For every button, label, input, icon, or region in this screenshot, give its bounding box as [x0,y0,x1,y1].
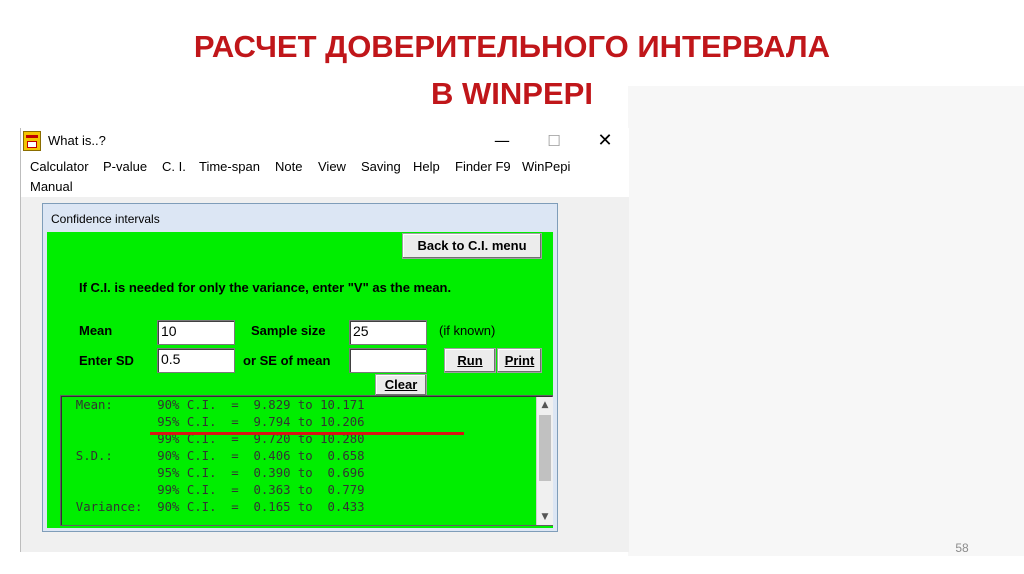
slide-page-number: 58 [955,541,969,555]
back-to-ci-menu-button[interactable]: Back to C.I. menu [402,233,542,259]
scroll-thumb[interactable] [539,415,551,481]
instruction-text: If C.I. is needed for only the variance,… [79,280,452,295]
menu-bar: Calculator P-value C. I. Time-span Note … [21,155,629,197]
sd-input[interactable]: 0.5 [157,348,235,373]
sample-size-label: Sample size [251,323,326,338]
highlight-underline [150,432,464,435]
window-titlebar[interactable]: What is..? — ☐ ✕ [21,128,629,155]
se-of-mean-input[interactable] [349,348,427,373]
maximize-button[interactable]: ☐ [539,130,569,152]
menu-item-finder[interactable]: Finder F9 [455,159,511,174]
confidence-intervals-panel: Confidence intervals Back to C.I. menu I… [42,203,558,532]
menu-item-help[interactable]: Help [413,159,440,174]
panel-title: Confidence intervals [51,212,160,226]
result-line: 95% C.I. = 0.390 to 0.696 [61,466,365,480]
menu-item-time-span[interactable]: Time-span [199,159,260,174]
sd-label: Enter SD [79,353,134,368]
scroll-down-icon[interactable]: ▼ [537,509,553,525]
winpepi-window: What is..? — ☐ ✕ Calculator P-value C. I… [20,128,629,552]
winpepi-app-icon[interactable] [23,131,41,151]
results-output[interactable]: Mean: 90% C.I. = 9.829 to 10.171 95% C.I… [60,395,553,526]
menu-item-note[interactable]: Note [275,159,302,174]
mean-label: Mean [79,323,113,338]
menu-item-p-value[interactable]: P-value [103,159,147,174]
result-line: Mean: 90% C.I. = 9.829 to 10.171 [61,398,365,412]
results-scrollbar[interactable]: ▲ ▼ [536,397,553,525]
scroll-up-icon[interactable]: ▲ [537,397,553,413]
menu-item-view[interactable]: View [318,159,346,174]
menu-item-calculator[interactable]: Calculator [30,159,89,174]
menu-item-saving[interactable]: Saving [361,159,401,174]
print-button[interactable]: Print [497,348,542,373]
result-line: Variance: 90% C.I. = 0.165 to 0.433 [61,500,365,514]
menu-item-winpepi[interactable]: WinPepi [522,159,570,174]
if-known-label: (if known) [439,323,496,338]
minimize-button[interactable]: — [487,130,517,152]
result-line: 95% C.I. = 9.794 to 10.206 [61,415,365,429]
run-button[interactable]: Run [444,348,496,373]
slide-title-line2: В WINPEPI [431,76,593,111]
menu-item-manual[interactable]: Manual [30,179,73,194]
mean-input[interactable]: 10 [157,320,235,345]
slide-background-panel [628,86,1024,556]
se-of-mean-label: or SE of mean [243,353,331,368]
clear-button[interactable]: Clear [375,374,427,396]
result-line: S.D.: 90% C.I. = 0.406 to 0.658 [61,449,365,463]
sample-size-input[interactable]: 25 [349,320,427,345]
menu-item-ci[interactable]: C. I. [162,159,186,174]
window-title: What is..? [48,133,106,148]
result-line: 99% C.I. = 0.363 to 0.779 [61,483,365,497]
slide-title-line1: РАСЧЕТ ДОВЕРИТЕЛЬНОГО ИНТЕРВАЛА [193,29,831,64]
ci-form-area: Back to C.I. menu If C.I. is needed for … [47,232,553,528]
close-button[interactable]: ✕ [590,130,620,152]
